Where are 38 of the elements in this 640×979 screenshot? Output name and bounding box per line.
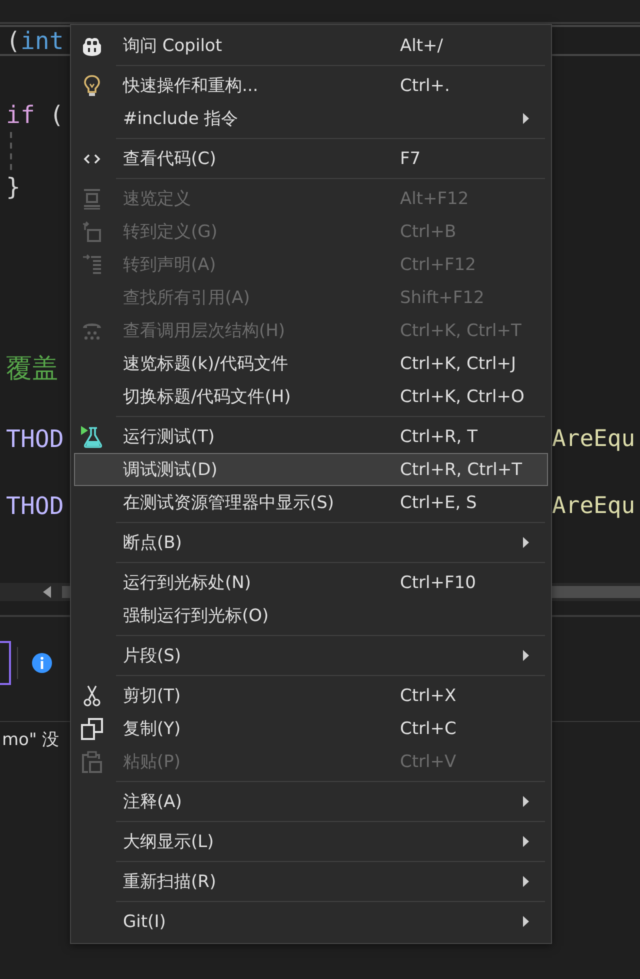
code-token: int <box>20 26 64 54</box>
flask-icon <box>80 424 104 448</box>
code-token: ( <box>48 101 64 129</box>
info-icon <box>32 653 52 673</box>
input-field[interactable] <box>0 641 11 685</box>
code-token: if <box>6 101 35 129</box>
menu-item[interactable]: #include 指令 <box>74 102 548 135</box>
menu-item[interactable]: 在测试资源管理器中显示(S) Ctrl+E, S <box>74 486 548 519</box>
menu-item[interactable]: 片段(S) <box>74 639 548 672</box>
menu-item[interactable]: 调试测试(D) Ctrl+R, Ctrl+T <box>74 453 548 486</box>
go-to-square-icon <box>80 220 104 244</box>
menu-item[interactable]: 速览标题(k)/代码文件 Ctrl+K, Ctrl+J <box>74 347 548 380</box>
code-token: THOD <box>6 492 64 520</box>
output-message: mo" 没 <box>1 729 60 751</box>
menu-item[interactable]: 大纲显示(L) <box>74 825 548 858</box>
menu-item[interactable]: 查看代码(C) F7 <box>74 142 548 175</box>
menu-item[interactable]: 运行测试(T) Ctrl+R, T <box>74 420 548 453</box>
menu-item[interactable]: 重新扫描(R) <box>74 865 548 898</box>
menu-item[interactable]: 强制运行到光标(O) <box>74 599 548 632</box>
menu-item[interactable]: 切换标题/代码文件(H) Ctrl+K, Ctrl+O <box>74 380 548 413</box>
code-token: THOD <box>6 425 64 453</box>
menu-item[interactable]: 询问 Copilot Alt+/ <box>74 29 548 62</box>
copy-icon <box>80 716 104 740</box>
code-token: } <box>6 173 20 201</box>
go-to-lines-icon <box>80 252 104 276</box>
menu-item[interactable]: 注释(A) <box>74 785 548 818</box>
menu-item[interactable]: 快速操作和重构... Ctrl+. <box>74 69 548 102</box>
menu-item[interactable]: Git(I) <box>74 905 548 938</box>
code-token: ( <box>6 26 20 54</box>
scroll-left-icon[interactable] <box>43 586 51 598</box>
code-token: AreEqu <box>552 493 636 519</box>
code-token: 覆盖 <box>6 354 58 384</box>
code-token: AreEqu <box>552 426 636 452</box>
menu-item[interactable]: 运行到光标处(N) Ctrl+F10 <box>74 566 548 599</box>
menu-item[interactable]: 断点(B) <box>74 526 548 559</box>
clipboard-icon <box>80 750 104 774</box>
menu-item[interactable]: 复制(Y) Ctrl+C <box>74 712 548 745</box>
menu-item[interactable]: 剪切(T) Ctrl+X <box>74 679 548 712</box>
